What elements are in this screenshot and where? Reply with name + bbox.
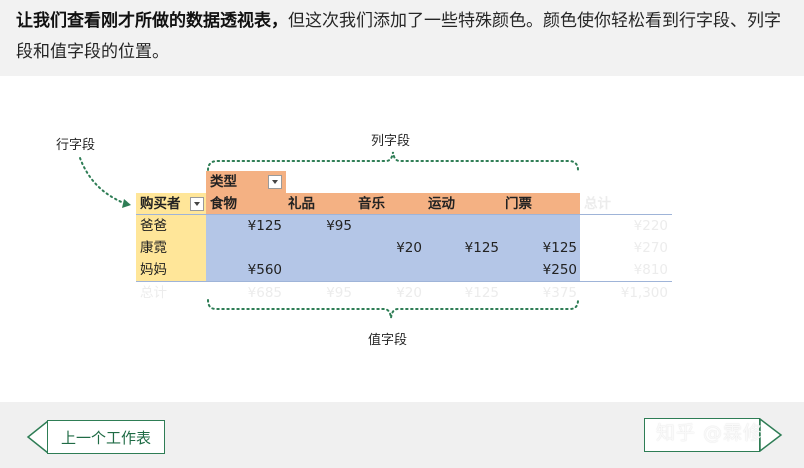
value-cell: [282, 237, 352, 259]
grand-total-cell: ¥95: [326, 285, 352, 301]
total-column-header: 总计: [584, 196, 611, 212]
value-cell: [422, 259, 499, 281]
value-field-label: 值字段: [368, 333, 408, 348]
value-cell: ¥125: [542, 240, 577, 256]
value-cell: ¥125: [247, 218, 282, 234]
grand-total-cell: ¥20: [396, 285, 422, 301]
value-cell: ¥250: [542, 262, 577, 278]
row-caption: 购买者: [140, 196, 181, 212]
grand-total-overall: ¥1,300: [620, 285, 668, 301]
grand-total-cell: ¥125: [464, 285, 499, 301]
grand-total-cell: ¥375: [542, 285, 577, 301]
row-total-cell: ¥810: [633, 262, 668, 278]
column-field-bracket: [207, 151, 579, 171]
row-label: 康霓: [140, 240, 167, 256]
row-field-arrowhead: [122, 199, 131, 208]
value-cell: [352, 259, 422, 281]
row-filter-dropdown[interactable]: [190, 197, 204, 211]
row-field-label: 行字段: [56, 138, 96, 153]
value-cell: [422, 215, 499, 237]
value-cell: ¥20: [396, 240, 422, 256]
value-cell: [282, 259, 352, 281]
column-header: 礼品: [288, 196, 315, 212]
column-header: 运动: [428, 196, 455, 212]
value-cell: [206, 237, 282, 259]
row-field-pointer: [79, 157, 125, 204]
value-cell: [352, 215, 422, 237]
value-cell: [499, 215, 577, 237]
row-total-cell: ¥270: [633, 240, 668, 256]
column-header: 食物: [210, 196, 237, 212]
column-header: 门票: [505, 196, 532, 212]
watermark: 知乎 @霖修: [656, 422, 764, 444]
grand-total-cell: ¥685: [247, 285, 282, 301]
value-cell: ¥125: [464, 240, 499, 256]
column-header: 音乐: [358, 196, 385, 212]
row-total-cell: ¥220: [633, 218, 668, 234]
previous-sheet-button[interactable]: 上一个工作表: [47, 420, 165, 454]
row-label: 爸爸: [140, 218, 167, 234]
row-label: 妈妈: [140, 262, 167, 278]
value-cell: ¥95: [326, 218, 352, 234]
column-caption: 类型: [210, 174, 237, 190]
column-field-label: 列字段: [371, 134, 411, 149]
value-cell: ¥560: [247, 262, 282, 278]
grand-total-label: 总计: [140, 285, 167, 301]
column-filter-dropdown[interactable]: [268, 175, 282, 189]
